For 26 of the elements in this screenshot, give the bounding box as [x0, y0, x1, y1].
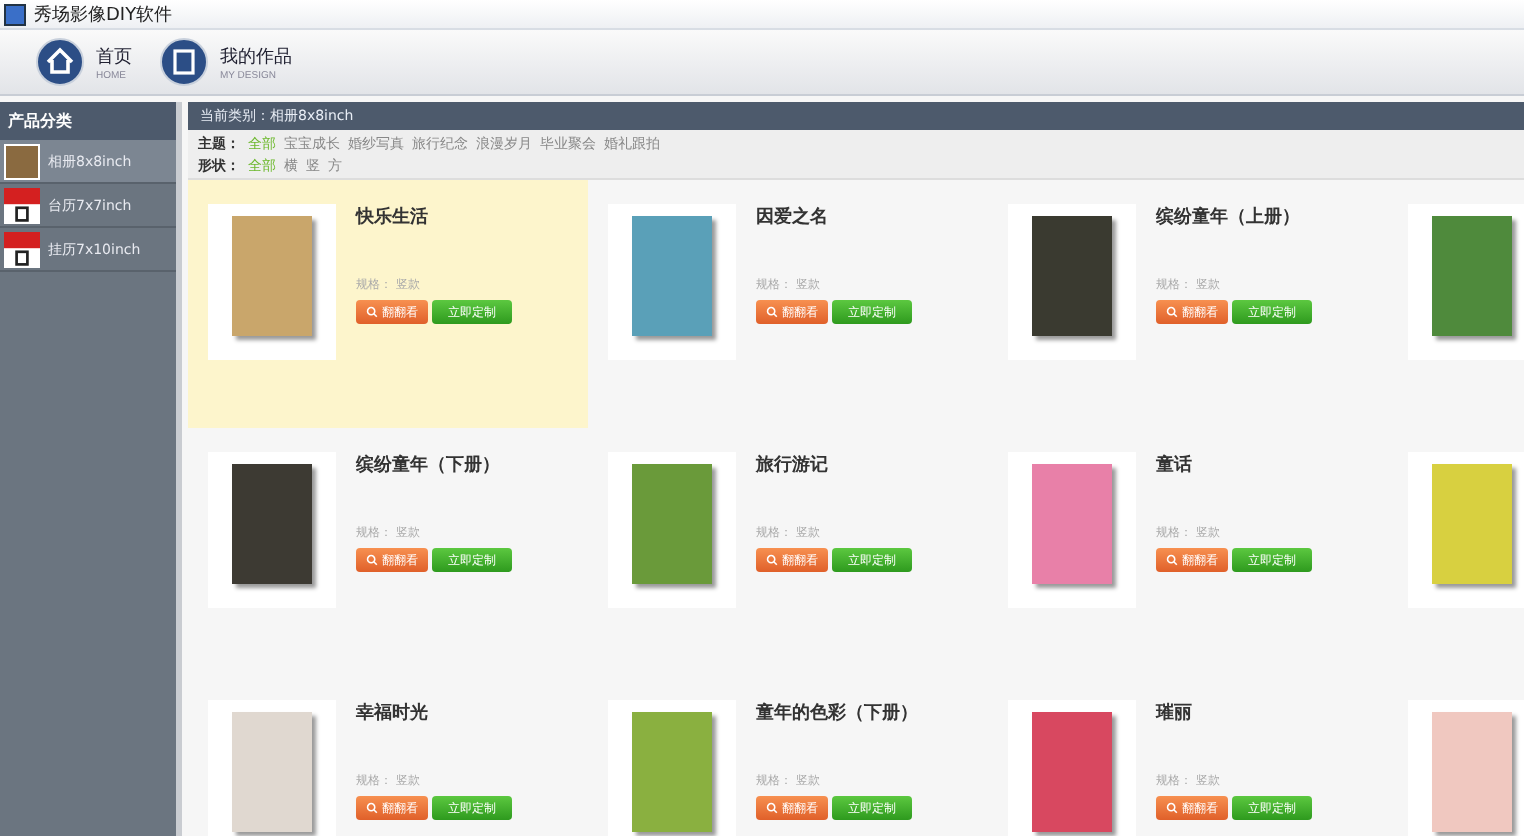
- calendar-icon: [4, 187, 40, 223]
- house-icon: [36, 38, 84, 86]
- search-icon: [766, 306, 778, 318]
- search-icon: [1166, 306, 1178, 318]
- product-title: 因爱之名: [756, 204, 830, 232]
- product-title: 旅行游记: [756, 452, 830, 480]
- search-icon: [1166, 802, 1178, 814]
- product-title: 幸福时光: [356, 700, 430, 728]
- document-icon: [160, 38, 208, 86]
- search-icon: [766, 554, 778, 566]
- search-icon: [1166, 554, 1178, 566]
- window-title: 秀场影像DIY软件: [34, 3, 173, 27]
- product-title: 缤纷童年（上册）: [1156, 204, 1302, 232]
- search-icon: [366, 802, 378, 814]
- search-icon: [766, 802, 778, 814]
- product-title: 缤纷童年（下册）: [356, 452, 502, 480]
- app-icon: [4, 3, 26, 25]
- search-icon: [366, 306, 378, 318]
- sidebar-title: 产品分类: [0, 102, 176, 140]
- product-title: 童话: [1156, 452, 1194, 480]
- product-title: 快乐生活: [356, 204, 430, 232]
- search-icon: [366, 554, 378, 566]
- album-thumbnail: [4, 143, 40, 179]
- product-title: 璀丽: [1156, 700, 1194, 728]
- calendar-icon: [4, 231, 40, 267]
- product-title: 童年的色彩（下册）: [756, 700, 918, 728]
